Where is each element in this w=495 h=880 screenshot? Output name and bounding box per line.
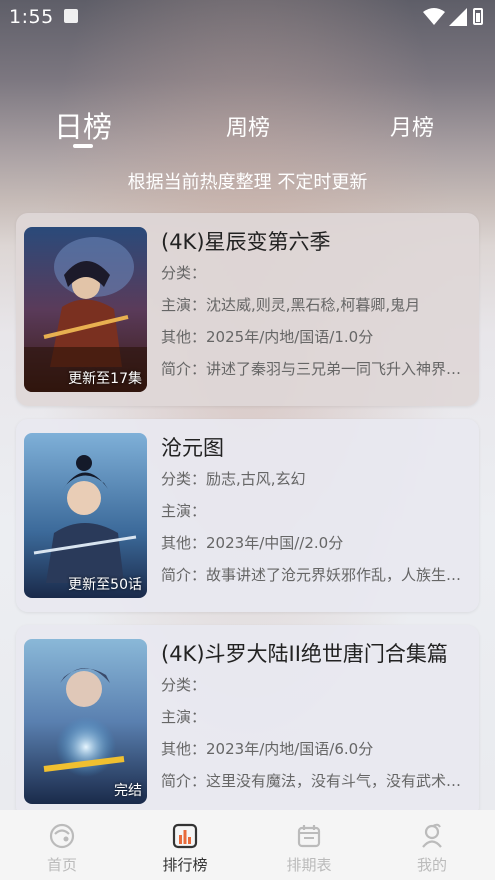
item-other: 其他：2025年/内地/国语/1.0分 <box>161 321 471 353</box>
item-title: 沧元图 <box>161 436 224 460</box>
desc-value: 这里没有魔法，没有斗气，没有武术的世界 <box>206 772 471 790</box>
desc-label: 简介： <box>161 772 207 790</box>
item-other: 其他：2023年/内地/国语/6.0分 <box>161 733 471 765</box>
other-label: 其他： <box>161 328 207 346</box>
item-genre: 分类：励志,古风,玄幻 <box>161 463 471 495</box>
item-info: (4K)星辰变第六季 分类： 主演：沈达威,则灵,黑石稔,柯暮卿,鬼月 其他：2… <box>161 227 471 385</box>
desc-value: 故事讲述了沧元界妖邪作乱，人族生存艰难的故事 <box>206 566 471 584</box>
nav-schedule-label: 排期表 <box>286 856 332 874</box>
desc-value: 讲述了秦羽与三兄弟一同飞升入神界后的故事 <box>206 360 471 378</box>
other-label: 其他： <box>161 740 207 758</box>
item-cast: 主演： <box>161 701 471 733</box>
other-value: 2025年/内地/国语/1.0分 <box>206 328 374 346</box>
nav-ranking[interactable]: 排行榜 <box>145 822 225 875</box>
list-item[interactable]: 更新至50话 沧元图 分类：励志,古风,玄幻 主演： 其他：2023年/中国//… <box>16 419 479 612</box>
item-desc: 简介：这里没有魔法，没有斗气，没有武术的世界 <box>161 765 471 797</box>
other-label: 其他： <box>161 534 207 552</box>
other-value: 2023年/中国//2.0分 <box>206 534 344 552</box>
poster-image[interactable]: 更新至50话 <box>24 433 147 598</box>
wifi-icon <box>423 8 445 25</box>
nav-profile[interactable]: 我的 <box>392 822 472 875</box>
item-title: (4K)星辰变第六季 <box>161 230 331 254</box>
tab-daily[interactable]: 日榜 <box>45 104 121 146</box>
calendar-icon <box>297 825 321 848</box>
item-title: (4K)斗罗大陆II绝世唐门合集篇 <box>161 642 448 666</box>
nav-profile-label: 我的 <box>416 856 447 874</box>
episode-badge: 更新至17集 <box>68 371 142 387</box>
cast-label: 主演： <box>161 708 207 726</box>
episode-badge: 完结 <box>114 783 142 799</box>
bottom-nav: 首页 排行榜 排期表 我的 <box>0 810 495 880</box>
status-time: 1:55 <box>9 6 54 28</box>
other-value: 2023年/内地/国语/6.0分 <box>206 740 374 758</box>
nav-schedule[interactable]: 排期表 <box>269 822 349 875</box>
item-info: 沧元图 分类：励志,古风,玄幻 主演： 其他：2023年/中国//2.0分 简介… <box>161 433 471 591</box>
list-item[interactable]: 完结 (4K)斗罗大陆II绝世唐门合集篇 分类： 主演： 其他：2023年/内地… <box>16 625 479 818</box>
desc-label: 简介： <box>161 360 207 378</box>
episode-badge: 更新至50话 <box>68 577 142 593</box>
signal-icon <box>449 8 467 26</box>
battery-icon <box>473 8 483 25</box>
nav-home-label: 首页 <box>46 856 77 874</box>
genre-label: 分类： <box>161 264 207 282</box>
tab-weekly[interactable]: 周榜 <box>210 110 286 142</box>
genre-label: 分类： <box>161 470 207 488</box>
item-info: (4K)斗罗大陆II绝世唐门合集篇 分类： 主演： 其他：2023年/内地/国语… <box>161 639 471 797</box>
genre-label: 分类： <box>161 676 207 694</box>
item-desc: 简介：故事讲述了沧元界妖邪作乱，人族生存艰难的故事 <box>161 559 471 591</box>
item-other: 其他：2023年/中国//2.0分 <box>161 527 471 559</box>
ranking-icon <box>172 823 198 849</box>
item-genre: 分类： <box>161 257 471 289</box>
ranking-subtitle: 根据当前热度整理 不定时更新 <box>127 172 368 193</box>
nav-home[interactable]: 首页 <box>22 822 102 875</box>
status-bar: 1:55 <box>0 0 495 34</box>
ranking-tabs: 日榜 周榜 月榜 <box>0 100 495 150</box>
notification-icon <box>64 9 78 23</box>
poster-image[interactable]: 完结 <box>24 639 147 804</box>
cast-label: 主演： <box>161 296 207 314</box>
tab-monthly[interactable]: 月榜 <box>374 110 450 142</box>
desc-label: 简介： <box>161 566 207 584</box>
nav-ranking-label: 排行榜 <box>162 856 208 874</box>
item-cast: 主演： <box>161 495 471 527</box>
tab-indicator <box>73 144 93 148</box>
home-icon <box>49 823 75 849</box>
profile-icon <box>422 823 442 848</box>
genre-value: 励志,古风,玄幻 <box>206 470 306 488</box>
cast-label: 主演： <box>161 502 207 520</box>
item-cast: 主演：沈达威,则灵,黑石稔,柯暮卿,鬼月 <box>161 289 471 321</box>
ranking-list: 更新至17集 (4K)星辰变第六季 分类： 主演：沈达威,则灵,黑石稔,柯暮卿,… <box>16 213 479 831</box>
poster-image[interactable]: 更新至17集 <box>24 227 147 392</box>
cast-value: 沈达威,则灵,黑石稔,柯暮卿,鬼月 <box>206 296 421 314</box>
item-genre: 分类： <box>161 669 471 701</box>
list-item[interactable]: 更新至17集 (4K)星辰变第六季 分类： 主演：沈达威,则灵,黑石稔,柯暮卿,… <box>16 213 479 406</box>
item-desc: 简介：讲述了秦羽与三兄弟一同飞升入神界后的故事 <box>161 353 471 385</box>
